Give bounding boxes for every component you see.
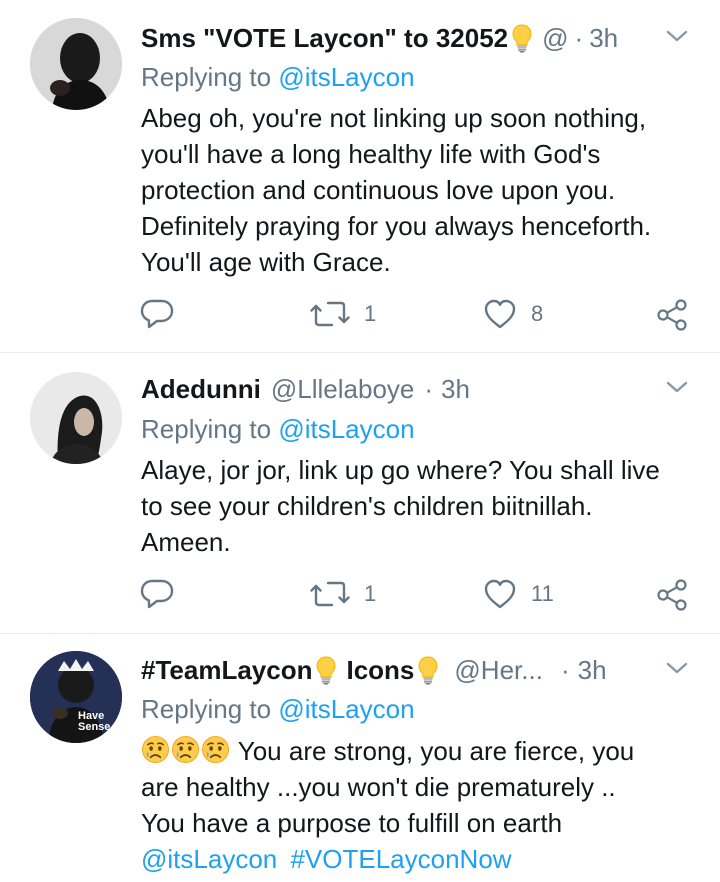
display-name-part[interactable]: Icons [346, 655, 414, 686]
avatar-photo [30, 372, 122, 464]
hashtag-link[interactable]: #VOTELayconNow [290, 844, 511, 874]
tweet-actions: 1 8 [0, 298, 720, 334]
reply-mention-link[interactable]: @itsLaycon [278, 62, 414, 92]
tweet-header: Adedunni @Lllelaboye · 3h [141, 369, 470, 409]
retweet-icon [310, 298, 350, 330]
retweet-count: 1 [364, 581, 377, 606]
replying-to-label: Replying to [141, 694, 279, 724]
avatar-photo [30, 18, 122, 110]
tweet-header: #TeamLaycon Icons @Her... · 3h [141, 650, 607, 690]
display-name[interactable]: Adedunni [141, 374, 261, 405]
lightbulb-icon [417, 655, 439, 685]
tweet-text: Alaye, jor jor, link up go where? You sh… [141, 452, 701, 560]
tweet-text-line: You'll age with Grace. [141, 247, 391, 277]
replying-to: Replying to @itsLaycon [141, 62, 415, 93]
mention-link[interactable]: @itsLaycon [141, 844, 277, 874]
tweet-3[interactable]: Have Sense #TeamLaycon Icons @Her... · 3… [0, 634, 720, 882]
timestamp[interactable]: 3h [578, 655, 607, 686]
separator-dot: · [574, 22, 584, 53]
crying-face-icon [171, 735, 200, 764]
handle[interactable]: @ [542, 23, 568, 54]
timestamp[interactable]: 3h [589, 23, 618, 54]
lightbulb-icon [315, 655, 337, 685]
like-icon [483, 298, 517, 330]
replying-to-label: Replying to [141, 62, 279, 92]
replying-to-label: Replying to [141, 414, 279, 444]
share-icon [655, 298, 689, 332]
separator-dot: · [424, 373, 434, 404]
tweet-text-line: Abeg oh, you're not linking up soon noth… [141, 103, 647, 133]
handle[interactable]: @Her... [454, 655, 543, 686]
tweet-text-line: Ameen. [141, 527, 231, 557]
reply-icon [140, 298, 174, 330]
avatar[interactable]: Have Sense [30, 651, 122, 743]
handle[interactable]: @Lllelaboye [271, 374, 414, 405]
share-icon [655, 578, 689, 612]
tweet-1[interactable]: Sms "VOTE Laycon" to 32052 @ · 3h Replyi… [0, 0, 720, 352]
retweet-count: 1 [364, 301, 377, 326]
reply-mention-link[interactable]: @itsLaycon [278, 414, 414, 444]
chevron-down-icon[interactable] [664, 658, 690, 678]
tweet-header: Sms "VOTE Laycon" to 32052 @ · 3h [141, 18, 618, 58]
tweet-text-line: Alaye, jor jor, link up go where? You sh… [141, 455, 660, 485]
avatar[interactable] [30, 18, 122, 110]
share-button[interactable] [655, 298, 689, 332]
tweet-2[interactable]: Adedunni @Lllelaboye · 3h Replying to @i… [0, 353, 720, 633]
tweet-text: You are strong, you are fierce, you are … [141, 733, 701, 877]
reply-button[interactable] [140, 578, 174, 610]
display-name-part[interactable]: #TeamLaycon [141, 655, 312, 686]
tweet-text-line: Definitely praying for you always hencef… [141, 211, 652, 241]
tweet-text-line: protection and continuous love upon you. [141, 175, 616, 205]
avatar-caption: Have Sense [78, 710, 111, 733]
display-name[interactable]: Sms "VOTE Laycon" to 32052 [141, 23, 508, 54]
tweet-text: Abeg oh, you're not linking up soon noth… [141, 100, 701, 280]
crying-face-icon [141, 735, 170, 764]
tweet-text-line: You have a purpose to fulfill on earth [141, 808, 563, 838]
retweet-button[interactable]: 1 [310, 298, 376, 330]
tweet-text-line: are healthy ...you won't die prematurely… [141, 772, 616, 802]
like-count: 11 [531, 581, 554, 606]
crying-face-icon [201, 735, 230, 764]
reply-button[interactable] [140, 298, 174, 330]
share-button[interactable] [655, 578, 689, 612]
chevron-down-icon[interactable] [664, 377, 690, 397]
chevron-down-icon[interactable] [664, 26, 690, 46]
retweet-icon [310, 578, 350, 610]
replying-to: Replying to @itsLaycon [141, 414, 415, 445]
like-count: 8 [531, 301, 544, 326]
tweet-text-segment: You are strong, you are fierce, you [231, 736, 635, 766]
retweet-button[interactable]: 1 [310, 578, 376, 610]
reply-icon [140, 578, 174, 610]
tweet-text-line: @itsLaycon #VOTELayconNow [141, 841, 701, 877]
lightbulb-icon [511, 23, 533, 53]
like-button[interactable]: 8 [483, 298, 543, 330]
timestamp[interactable]: 3h [441, 374, 470, 405]
like-icon [483, 578, 517, 610]
tweet-text-line: You are strong, you are fierce, you [141, 733, 701, 769]
like-button[interactable]: 11 [483, 578, 554, 610]
tweet-text-line: to see your children's children biitnill… [141, 491, 593, 521]
separator-dot: · [560, 654, 570, 685]
replying-to: Replying to @itsLaycon [141, 694, 415, 725]
reply-mention-link[interactable]: @itsLaycon [278, 694, 414, 724]
tweet-text-line: you'll have a long healthy life with God… [141, 139, 601, 169]
avatar[interactable] [30, 372, 122, 464]
tweet-actions: 1 11 [0, 578, 720, 614]
